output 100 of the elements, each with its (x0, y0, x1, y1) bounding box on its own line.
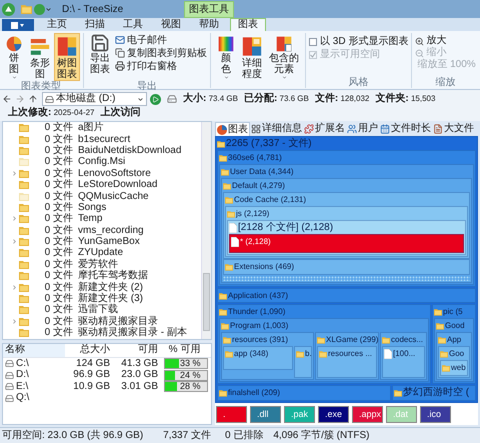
folder-icon (19, 180, 29, 190)
treemap-block[interactable]: * (2,128) (229, 234, 464, 253)
column-header[interactable]: 名称 (3, 344, 65, 357)
tree-row[interactable]: 0 文件 YunGameBox (3, 236, 201, 248)
tree-row[interactable]: 0 文件 BaiduNetdiskDownload (3, 144, 201, 156)
view-tab[interactable]: 大文件 (432, 122, 475, 136)
folder-icon (317, 336, 325, 344)
folder-icon (223, 182, 231, 190)
expand-icon[interactable] (11, 170, 18, 177)
view-tab[interactable]: 文件时长 (379, 122, 432, 136)
tree-row[interactable]: 0 文件 QQMusicCache (3, 190, 201, 202)
expand-icon[interactable] (11, 215, 18, 222)
tree-row[interactable]: 0 文件 vms_recording (3, 224, 201, 236)
view-tab[interactable]: 图表 (215, 122, 250, 136)
ribbon-small-button[interactable]: 电子邮件 (115, 34, 207, 46)
treemap-block[interactable]: b. (294, 346, 312, 378)
view-tab[interactable]: 详细信息 (250, 122, 303, 136)
ribbon-button[interactable]: 饼图 (2, 33, 26, 81)
tree-row[interactable]: 0 文件 LenovoSoftstore (3, 168, 201, 179)
tree-row[interactable]: 0 文件 驱动精灵搬家目录 - 副本 (3, 327, 201, 338)
menu-tab[interactable]: 视图 (154, 18, 188, 31)
folder-icon (434, 308, 442, 316)
menu-tab[interactable]: 扫描 (78, 18, 112, 31)
tree-row[interactable]: 0 文件 b1securecrt (3, 133, 201, 145)
menu-tab[interactable]: 工具 (116, 18, 150, 31)
tree-row[interactable]: 0 文件 新建文件夹 (2) (3, 281, 201, 293)
treemap-block[interactable]: Good App Goo web (434, 318, 474, 382)
location-dropdown[interactable]: 本地磁盘 (D:) (42, 92, 147, 106)
treemap-block[interactable]: pic (5 Good App Goo web (432, 304, 476, 384)
column-header[interactable]: 总大小 (65, 344, 110, 357)
menu-tab[interactable]: 主页 (40, 18, 74, 31)
file-count: 0 文件 (44, 156, 73, 168)
percent-text: 28 % (180, 382, 201, 392)
treemap-block[interactable]: User Data (4,344) Default (4,279) Code Cache (2,131) js (2,129) [2128 个文件] (2,128) * (2,128) Extensions (469) (219, 164, 474, 285)
folder-icon (219, 292, 227, 300)
tree-row[interactable]: 0 文件 迅雷下载 (3, 304, 201, 316)
treemap-block[interactable]: Program (1,003) resources (391) app (348) b. XLGame (299) resources ... codecs... [100... (219, 318, 429, 382)
file-count: 0 文件 (44, 316, 73, 327)
treemap-block[interactable]: Thunder (1,090) Program (1,003) resources (391) app (348) b. XLGame (299) resources ... codecs... [100... (217, 304, 431, 384)
treemap-block[interactable]: App Goo web (436, 332, 472, 380)
treemap-block[interactable]: [2128 个文件] (2,128) * (2,128) (227, 220, 466, 255)
folder-name: Temp (78, 213, 102, 224)
ribbon-small-button[interactable]: 复制图表到剪贴板 (115, 47, 207, 59)
menu-tab[interactable]: 图表 (230, 18, 266, 31)
treemap-block[interactable]: XLGame (299) resources ... (315, 332, 379, 380)
treemap-block[interactable]: [100... (382, 346, 425, 378)
treemap-block[interactable]: Default (4,279) Code Cache (2,131) js (2,129) [2128 个文件] (2,128) * (2,128) Extensions (469) (221, 178, 472, 283)
tree-row[interactable]: 0 文件 爱芳软件 (3, 258, 201, 270)
treemap-block[interactable]: js (2,129) [2128 个文件] (2,128) * (2,128) (225, 206, 468, 257)
tree-row[interactable]: 0 文件 a图片 (3, 122, 201, 134)
view-tab[interactable]: 扩展名 (303, 122, 346, 136)
checkbox-option[interactable]: 以 3D 形式显示图表 (309, 35, 408, 48)
expand-icon[interactable] (11, 238, 18, 246)
treemap-block[interactable]: Application (437) (217, 288, 476, 303)
treemap-block[interactable]: resources (391) app (348) b. (221, 332, 314, 380)
tree-row[interactable]: 0 文件 Config.Msi (3, 156, 201, 168)
treemap-block[interactable]: Goo web (438, 346, 470, 378)
treemap-block[interactable]: codecs... [100... (380, 332, 427, 380)
tree-row[interactable]: 0 文件 Songs (3, 202, 201, 214)
treemap-block[interactable]: resources ... (317, 346, 377, 378)
column-header[interactable]: 可用 (110, 344, 158, 357)
expand-icon[interactable] (11, 318, 18, 325)
treemap-block[interactable]: 360se6 (4,781) User Data (4,344) Default (4,279) Code Cache (2,131) js (2,129) [2128 个文件] (2,128) * (2,128) Extensions (469) (217, 150, 476, 287)
column-header[interactable]: % 可用 (158, 344, 211, 357)
view-tab[interactable]: 用户 (346, 122, 379, 136)
file-count: 0 文件 (44, 247, 73, 258)
ribbon-small-button[interactable]: 打印右窗格 (115, 60, 207, 72)
scrollbar[interactable] (201, 122, 211, 339)
go-icon[interactable] (150, 94, 161, 104)
ribbon-button[interactable]: 条形图 (27, 33, 53, 81)
ribbon-button[interactable]: 包含的元素 (266, 33, 302, 81)
tree-row[interactable]: 0 文件 LeStoreDownload (3, 178, 201, 190)
treemap-block[interactable]: Code Cache (2,131) js (2,129) [2128 个文件] (2,128) * (2,128) (223, 192, 470, 259)
ribbon-button[interactable]: 树图图表 (54, 33, 80, 81)
tree-row[interactable]: 0 文件 摩托车驾考数据 (3, 270, 201, 282)
treemap-label: b. (305, 348, 312, 360)
tree-row[interactable]: 0 文件 Temp (3, 213, 201, 225)
ribbon-button[interactable]: 导出图表 (87, 33, 113, 81)
checkbox[interactable] (309, 38, 317, 46)
tree-row[interactable]: 0 文件 驱动精灵搬家目录 (3, 316, 201, 328)
tree-row[interactable]: 0 文件 新建文件夹 (3) (3, 292, 201, 304)
tree-row[interactable]: 0 文件 ZYUpdate (3, 247, 201, 259)
stat-text: 大小: 73.4 GB (183, 93, 238, 105)
treemap-block[interactable]: finalshell (209) (217, 385, 391, 401)
ribbon-button[interactable]: 详细程度 (239, 33, 265, 81)
zoom-button[interactable]: 放大 (415, 35, 476, 47)
treemap-block[interactable]: app (348) (223, 346, 293, 370)
ribbon-button[interactable]: 颜色 (214, 33, 238, 81)
scrollbar-thumb[interactable] (203, 273, 210, 331)
file-menu-button[interactable] (2, 19, 34, 31)
treemap-block[interactable]: 梦幻西游时空 ( (392, 385, 476, 401)
back-icon[interactable] (2, 94, 12, 104)
treemap-label: Extensions (469) (234, 261, 294, 273)
folder-name: b1securecrt (78, 134, 130, 145)
expand-icon[interactable] (11, 284, 18, 291)
treemap-block[interactable]: web (440, 360, 468, 376)
treemap-block[interactable] (215, 136, 478, 403)
menu-tab[interactable]: 帮助 (192, 18, 226, 31)
up-icon[interactable] (28, 94, 38, 104)
treemap-block[interactable]: Extensions (469) (223, 259, 470, 275)
